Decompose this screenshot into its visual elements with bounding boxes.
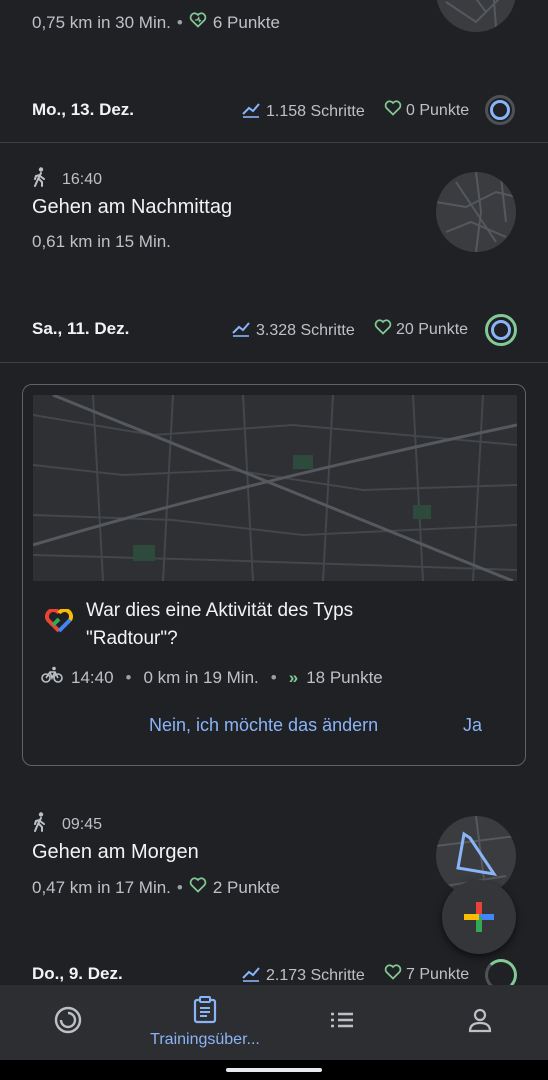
day-header-date: Mo., 13. Dez. [32, 100, 135, 119]
day-steps: 1.158 Schritte [240, 100, 365, 123]
day-steps: 2.173 Schritte [240, 964, 365, 987]
nav-journal[interactable]: Trainingsüber... [130, 985, 280, 1060]
nav-journal-label: Trainingsüber... [150, 1031, 260, 1048]
top-points: 6 Punkte [212, 12, 280, 32]
prompt-activity-details: 14:40 • 0 km in 19 Min. • » 18 Punkte [41, 666, 383, 689]
profile-icon [468, 1007, 492, 1038]
activity-header: 16:40 [32, 167, 102, 192]
nav-browse[interactable] [302, 985, 382, 1060]
change-activity-button[interactable]: Nein, ich möchte das ändern [149, 715, 378, 736]
nav-profile[interactable] [440, 985, 520, 1060]
prompt-question-line1: War dies eine Aktivität des Typs [86, 600, 354, 621]
heart-points-icon [374, 319, 392, 340]
top-activity-summary: 0,75 km in 30 Min. • 6 Punkte [32, 12, 280, 33]
activity-points: 2 Punkte [212, 877, 280, 897]
top-summary-text: 0,75 km in 30 Min. [32, 12, 171, 32]
prompt-question-line2: "Radtour"? [86, 628, 178, 649]
route-map[interactable] [33, 395, 517, 581]
daily-goal-ring[interactable] [485, 314, 517, 346]
prompt-question: War dies eine Aktivität des Typs "Radtou… [86, 597, 353, 653]
activity-type-prompt-card: War dies eine Aktivität des Typs "Radtou… [22, 384, 526, 766]
steps-text: 3.328 Schritte [256, 321, 355, 339]
prompt-time: 14:40 [71, 667, 114, 687]
activity-header: 09:45 [32, 812, 102, 837]
activity-summary: 0,47 km in 17 Min. [32, 877, 171, 897]
prompt-points: 18 Punkte [306, 667, 383, 687]
add-activity-button[interactable] [442, 880, 516, 954]
steps-text: 1.158 Schritte [266, 102, 365, 120]
points-text: 0 Punkte [406, 101, 470, 119]
day-steps: 3.328 Schritte [230, 319, 355, 342]
map-thumbnail[interactable] [436, 172, 516, 252]
confirm-activity-button[interactable]: Ja [463, 715, 482, 736]
points-text: 20 Punkte [396, 320, 469, 338]
heart-points-icon [189, 12, 207, 33]
walk-icon [32, 167, 48, 192]
separator-dot: • [176, 877, 183, 897]
activity-time: 09:45 [62, 815, 103, 833]
steps-icon [240, 100, 262, 123]
activity-time: 16:40 [62, 170, 103, 188]
heart-points-icon [384, 100, 402, 121]
activity-summary-row: 0,47 km in 17 Min. • 2 Punkte [32, 877, 280, 898]
bike-icon [41, 666, 63, 689]
steps-icon [230, 319, 252, 342]
map-thumbnail[interactable] [436, 0, 516, 32]
divider [0, 362, 548, 363]
activity-title[interactable]: Gehen am Morgen [32, 841, 199, 864]
browse-icon [329, 1010, 355, 1035]
home-icon [53, 1005, 83, 1040]
heart-points-icon [189, 877, 207, 898]
day-points: 20 Punkte [374, 319, 468, 340]
add-icon [462, 900, 496, 939]
nav-home[interactable] [28, 985, 108, 1060]
separator-dot: • [270, 667, 277, 687]
heart-points-icon [384, 964, 402, 985]
divider [0, 142, 548, 143]
move-minutes-icon: » [288, 667, 299, 687]
points-text: 7 Punkte [406, 965, 470, 983]
activity-summary: 0,61 km in 15 Min. [32, 232, 171, 251]
prompt-summary: 0 km in 19 Min. [143, 667, 259, 687]
day-header-date: Do., 9. Dez. [32, 964, 123, 983]
daily-goal-ring[interactable] [485, 95, 515, 125]
steps-text: 2.173 Schritte [266, 966, 365, 984]
separator-dot: • [176, 12, 183, 32]
separator-dot: • [125, 667, 132, 687]
journal-icon [192, 996, 218, 1029]
bottom-navigation: Trainingsüber... [0, 985, 548, 1060]
activity-title[interactable]: Gehen am Nachmittag [32, 196, 232, 219]
day-points: 0 Punkte [384, 100, 469, 121]
google-fit-logo [45, 608, 73, 638]
day-header-date: Sa., 11. Dez. [32, 319, 130, 338]
day-points: 7 Punkte [384, 964, 469, 985]
steps-icon [240, 964, 262, 987]
home-gesture-bar[interactable] [226, 1068, 322, 1072]
walk-icon [32, 812, 48, 837]
